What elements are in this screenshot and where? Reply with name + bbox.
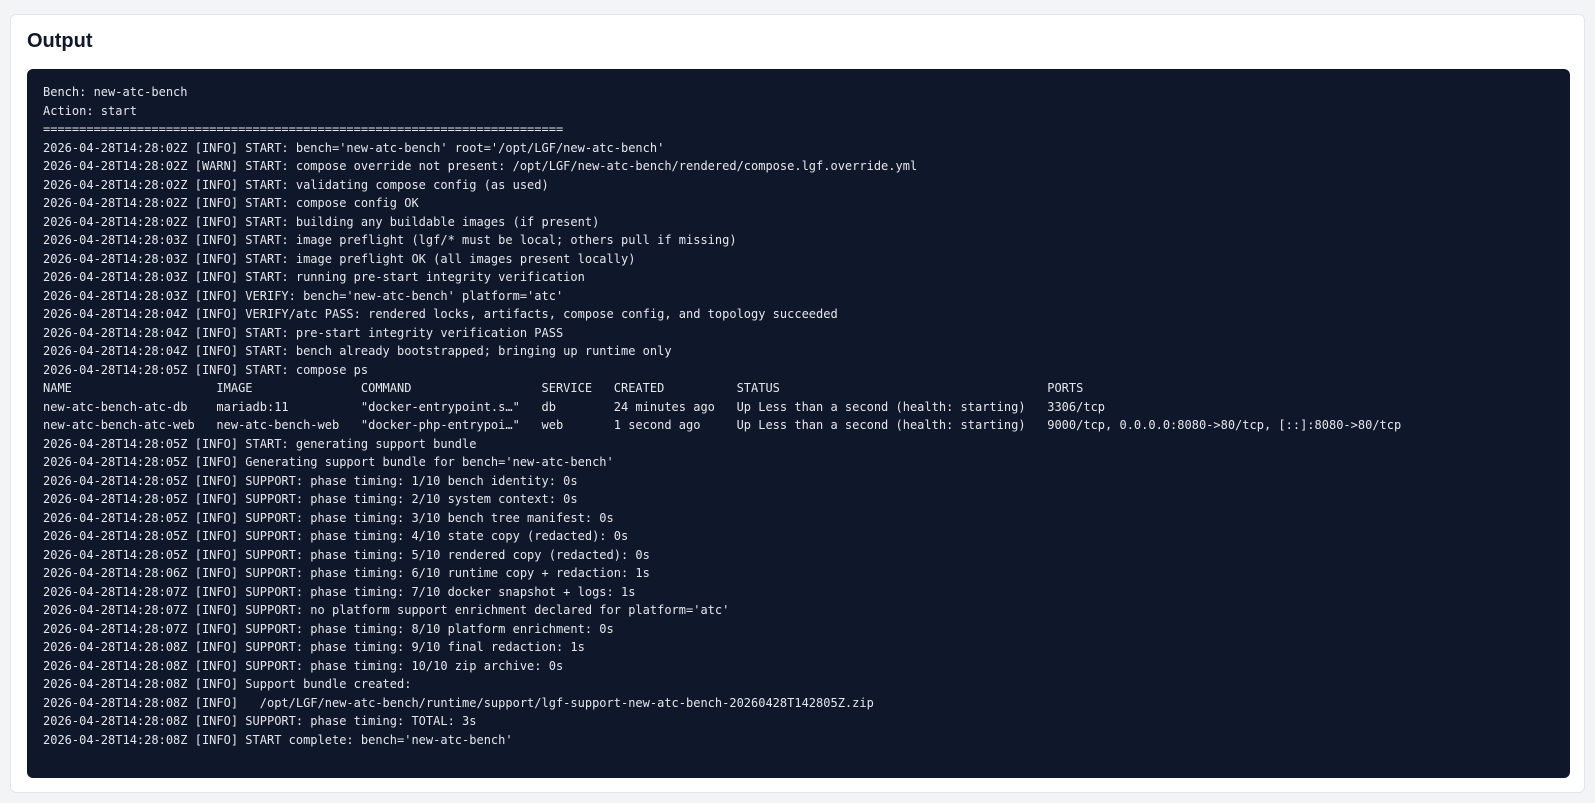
log-line: 2026-04-28T14:28:02Z [INFO] START: bench… <box>43 140 665 155</box>
ps-table-header: NAME IMAGE COMMAND SERVICE CREATED STATU… <box>43 381 1084 395</box>
log-line: 2026-04-28T14:28:03Z [INFO] START: image… <box>43 233 737 247</box>
log-output: Bench: new-atc-bench Action: start =======… <box>43 83 1554 749</box>
log-line: 2026-04-28T14:28:08Z [INFO] SUPPORT: pha… <box>43 714 477 728</box>
log-line: 2026-04-28T14:28:02Z [INFO] START: valid… <box>43 177 549 192</box>
log-line: 2026-04-28T14:28:07Z [INFO] SUPPORT: pha… <box>43 621 614 636</box>
log-line: 2026-04-28T14:28:08Z [INFO] START comple… <box>43 732 513 747</box>
log-line: 2026-04-28T14:28:03Z [INFO] VERIFY: benc… <box>43 288 564 303</box>
output-terminal[interactable]: Bench: new-atc-bench Action: start =======… <box>27 69 1570 778</box>
log-line: 2026-04-28T14:28:04Z [INFO] START: pre-s… <box>43 325 564 340</box>
log-line: Action: start <box>43 103 137 118</box>
log-line: 2026-04-28T14:28:02Z [INFO] START: compo… <box>43 196 419 210</box>
log-line: 2026-04-28T14:28:08Z [INFO] SUPPORT: pha… <box>43 640 585 654</box>
log-line: 2026-04-28T14:28:07Z [INFO] SUPPORT: no … <box>43 603 730 617</box>
log-line: 2026-04-28T14:28:05Z [INFO] SUPPORT: pha… <box>43 492 578 506</box>
log-line: 2026-04-28T14:28:03Z [INFO] START: runni… <box>43 270 585 284</box>
panel-title: Output <box>27 30 93 52</box>
log-line: 2026-04-28T14:28:05Z [INFO] SUPPORT: pha… <box>43 473 578 488</box>
log-line: 2026-04-28T14:28:05Z [INFO] SUPPORT: pha… <box>43 529 629 543</box>
log-line: 2026-04-28T14:28:04Z [INFO] VERIFY/atc P… <box>43 307 838 321</box>
log-line: 2026-04-28T14:28:05Z [INFO] START: gener… <box>43 436 477 451</box>
log-line: 2026-04-28T14:28:04Z [INFO] START: bench… <box>43 344 672 358</box>
log-line: 2026-04-28T14:28:08Z [INFO] Support bund… <box>43 677 412 691</box>
log-line: 2026-04-28T14:28:05Z [INFO] START: compo… <box>43 362 369 377</box>
log-line: 2026-04-28T14:28:03Z [INFO] START: image… <box>43 251 636 266</box>
log-line: 2026-04-28T14:28:05Z [INFO] SUPPORT: pha… <box>43 547 650 562</box>
ps-table-row: new-atc-bench-atc-web new-atc-bench-web … <box>43 418 1402 432</box>
log-line: 2026-04-28T14:28:08Z [INFO] SUPPORT: pha… <box>43 658 564 673</box>
ps-table-row: new-atc-bench-atc-db mariadb:11 "docker-… <box>43 399 1106 414</box>
log-line: 2026-04-28T14:28:05Z [INFO] SUPPORT: pha… <box>43 510 614 525</box>
log-line: 2026-04-28T14:28:07Z [INFO] SUPPORT: pha… <box>43 584 636 599</box>
log-line: 2026-04-28T14:28:02Z [WARN] START: compo… <box>43 159 918 173</box>
output-panel: Output Bench: new-atc-bench Action: start… <box>10 14 1585 793</box>
log-line: 2026-04-28T14:28:05Z [INFO] Generating s… <box>43 455 614 469</box>
log-line: 2026-04-28T14:28:08Z [INFO] /opt/LGF/new… <box>43 695 874 710</box>
log-line: ========================================… <box>43 122 564 136</box>
log-line: 2026-04-28T14:28:02Z [INFO] START: build… <box>43 214 600 229</box>
log-line: Bench: new-atc-bench <box>43 85 188 99</box>
log-line: 2026-04-28T14:28:06Z [INFO] SUPPORT: pha… <box>43 566 650 580</box>
